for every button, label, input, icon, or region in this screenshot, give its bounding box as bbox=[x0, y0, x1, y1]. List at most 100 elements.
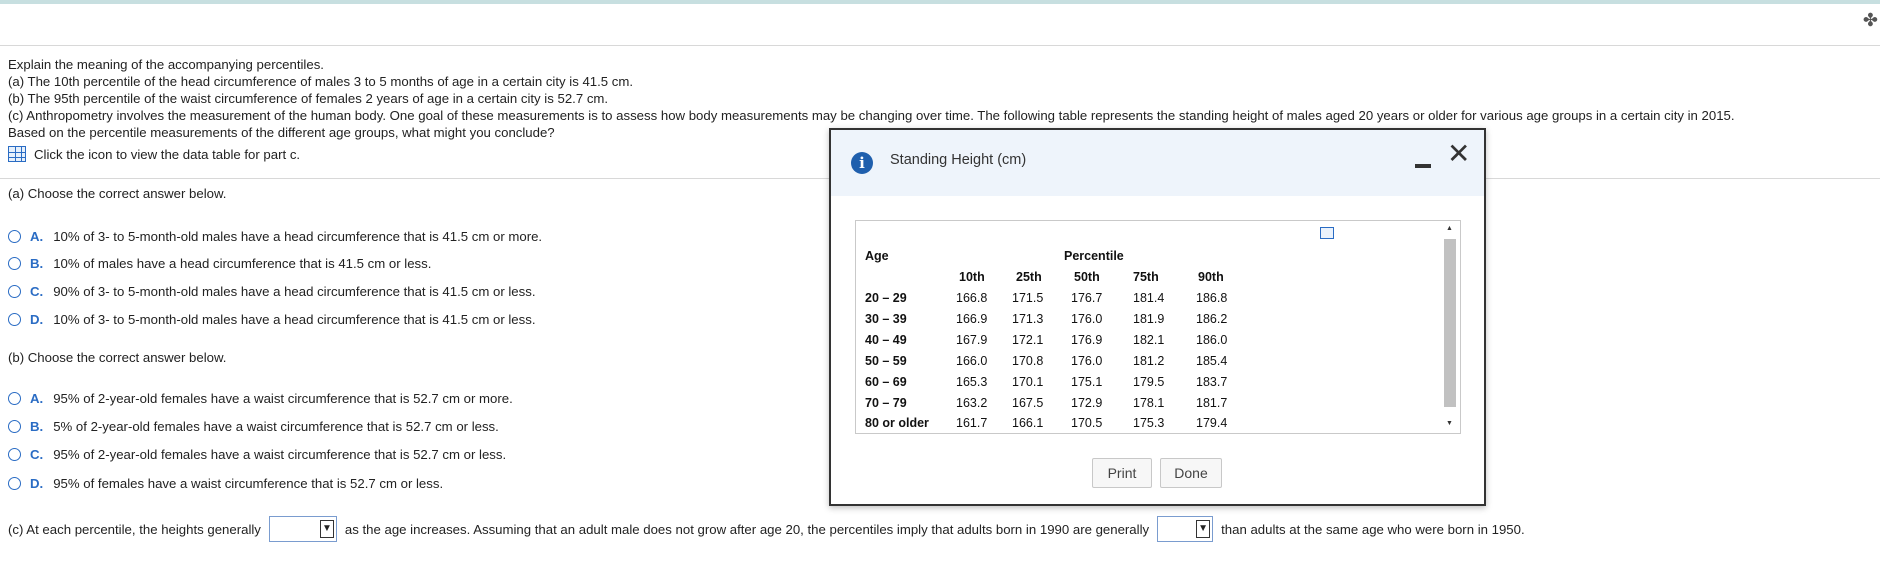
table-cell: 163.2 bbox=[956, 396, 988, 410]
option-letter: D. bbox=[30, 312, 44, 327]
table-cell: 170.1 bbox=[1012, 375, 1044, 389]
part-c-text-1: (c) At each percentile, the heights gene… bbox=[8, 521, 261, 537]
chevron-down-icon[interactable]: ▼ bbox=[319, 520, 334, 538]
table-cell: 175.1 bbox=[1071, 375, 1103, 389]
part-c-text-3: than adults at the same age who were bor… bbox=[1221, 521, 1525, 537]
done-button[interactable]: Done bbox=[1160, 458, 1222, 488]
option-letter: A. bbox=[30, 391, 44, 406]
table-cell: 176.7 bbox=[1071, 291, 1103, 305]
header-divider bbox=[0, 45, 1880, 46]
table-cell: 183.7 bbox=[1196, 375, 1228, 389]
option-text: 5% of 2-year-old females have a waist ci… bbox=[53, 419, 499, 434]
radio-button[interactable] bbox=[8, 477, 21, 490]
part-a-option-b[interactable]: B. 10% of males have a head circumferenc… bbox=[8, 256, 431, 271]
close-icon[interactable]: ✕ bbox=[1447, 140, 1470, 168]
option-text: 10% of 3- to 5-month-old males have a he… bbox=[53, 312, 536, 327]
table-cell: 172.1 bbox=[1012, 333, 1044, 347]
radio-button[interactable] bbox=[8, 420, 21, 433]
table-cell: 176.0 bbox=[1071, 354, 1103, 368]
question-line: (a) The 10th percentile of the head circ… bbox=[8, 74, 634, 89]
radio-button[interactable] bbox=[8, 257, 21, 270]
part-b-option-b[interactable]: B. 5% of 2-year-old females have a waist… bbox=[8, 419, 499, 434]
scroll-up-icon[interactable]: ▲ bbox=[1446, 225, 1453, 232]
radio-button[interactable] bbox=[8, 285, 21, 298]
data-table-dialog: i Standing Height (cm) ✕ ▲ ▼ Age Percent… bbox=[829, 128, 1486, 506]
data-table-icon[interactable] bbox=[8, 146, 26, 162]
table-cell: 166.1 bbox=[1012, 416, 1044, 430]
option-text: 95% of females have a waist circumferenc… bbox=[53, 476, 444, 491]
part-c-dropdown-2[interactable]: ▼ bbox=[1157, 516, 1214, 542]
option-letter: A. bbox=[30, 229, 44, 244]
scrollbar-thumb[interactable] bbox=[1444, 239, 1456, 407]
row-age: 40 – 49 bbox=[865, 333, 907, 347]
settings-icon[interactable]: ✤ bbox=[1863, 10, 1878, 31]
percentile-header: Percentile bbox=[1064, 249, 1124, 263]
part-a-option-d[interactable]: D. 10% of 3- to 5-month-old males have a… bbox=[8, 312, 536, 327]
option-text: 10% of 3- to 5-month-old males have a he… bbox=[53, 229, 543, 244]
table-cell: 171.3 bbox=[1012, 312, 1044, 326]
print-table-icon[interactable] bbox=[1320, 227, 1334, 239]
table-cell: 171.5 bbox=[1012, 291, 1044, 305]
minimize-icon[interactable] bbox=[1415, 164, 1431, 168]
table-cell: 179.4 bbox=[1196, 416, 1228, 430]
radio-button[interactable] bbox=[8, 230, 21, 243]
row-age: 30 – 39 bbox=[865, 312, 907, 326]
part-b-option-a[interactable]: A. 95% of 2-year-old females have a wais… bbox=[8, 391, 513, 406]
table-cell: 186.2 bbox=[1196, 312, 1228, 326]
table-cell: 178.1 bbox=[1133, 396, 1165, 410]
column-header: 10th bbox=[959, 270, 985, 284]
column-header: 90th bbox=[1198, 270, 1224, 284]
table-cell: 181.7 bbox=[1196, 396, 1228, 410]
print-button[interactable]: Print bbox=[1092, 458, 1152, 488]
column-header: 25th bbox=[1016, 270, 1042, 284]
part-a-option-c[interactable]: C. 90% of 3- to 5-month-old males have a… bbox=[8, 284, 536, 299]
table-cell: 179.5 bbox=[1133, 375, 1165, 389]
option-letter: B. bbox=[30, 419, 44, 434]
part-a-prompt: (a) Choose the correct answer below. bbox=[8, 186, 227, 201]
part-b-option-c[interactable]: C. 95% of 2-year-old females have a wais… bbox=[8, 447, 506, 462]
part-a-option-a[interactable]: A. 10% of 3- to 5-month-old males have a… bbox=[8, 229, 542, 244]
radio-button[interactable] bbox=[8, 448, 21, 461]
data-table-link[interactable]: Click the icon to view the data table fo… bbox=[8, 146, 300, 162]
data-table-frame: ▲ ▼ Age Percentile 10th 25th 50th 75th 9… bbox=[855, 220, 1461, 434]
row-age: 50 – 59 bbox=[865, 354, 907, 368]
chevron-down-icon[interactable]: ▼ bbox=[1196, 520, 1211, 538]
radio-button[interactable] bbox=[8, 313, 21, 326]
table-cell: 167.9 bbox=[956, 333, 988, 347]
question-line: Explain the meaning of the accompanying … bbox=[8, 57, 324, 72]
column-header: 50th bbox=[1074, 270, 1100, 284]
part-b-prompt: (b) Choose the correct answer below. bbox=[8, 350, 227, 365]
table-cell: 181.4 bbox=[1133, 291, 1165, 305]
table-cell: 166.9 bbox=[956, 312, 988, 326]
option-letter: B. bbox=[30, 256, 44, 271]
scroll-down-icon[interactable]: ▼ bbox=[1446, 420, 1453, 427]
row-age: 20 – 29 bbox=[865, 291, 907, 305]
part-c-dropdown-1[interactable]: ▼ bbox=[268, 516, 337, 542]
part-c-sentence: (c) At each percentile, the heights gene… bbox=[8, 516, 1525, 542]
option-text: 90% of 3- to 5-month-old males have a he… bbox=[53, 284, 536, 299]
option-letter: C. bbox=[30, 447, 44, 462]
top-accent-bar bbox=[0, 0, 1880, 4]
dialog-title: Standing Height (cm) bbox=[890, 152, 1027, 168]
part-b-option-d[interactable]: D. 95% of females have a waist circumfer… bbox=[8, 476, 443, 491]
option-letter: C. bbox=[30, 284, 44, 299]
table-cell: 176.9 bbox=[1071, 333, 1103, 347]
table-cell: 185.4 bbox=[1196, 354, 1228, 368]
table-cell: 166.0 bbox=[956, 354, 988, 368]
radio-button[interactable] bbox=[8, 392, 21, 405]
part-c-text-2: as the age increases. Assuming that an a… bbox=[344, 521, 1150, 537]
question-line: (b) The 95th percentile of the waist cir… bbox=[8, 91, 609, 106]
table-cell: 161.7 bbox=[956, 416, 988, 430]
table-cell: 166.8 bbox=[956, 291, 988, 305]
info-icon: i bbox=[851, 152, 873, 174]
table-cell: 175.3 bbox=[1133, 416, 1165, 430]
table-cell: 170.8 bbox=[1012, 354, 1044, 368]
age-header: Age bbox=[865, 249, 889, 263]
table-cell: 181.9 bbox=[1133, 312, 1165, 326]
row-age: 80 or older bbox=[865, 416, 929, 430]
table-scrollbar[interactable]: ▲ ▼ bbox=[1444, 225, 1456, 427]
option-letter: D. bbox=[30, 476, 44, 491]
column-header: 75th bbox=[1133, 270, 1159, 284]
table-cell: 167.5 bbox=[1012, 396, 1044, 410]
table-cell: 181.2 bbox=[1133, 354, 1165, 368]
